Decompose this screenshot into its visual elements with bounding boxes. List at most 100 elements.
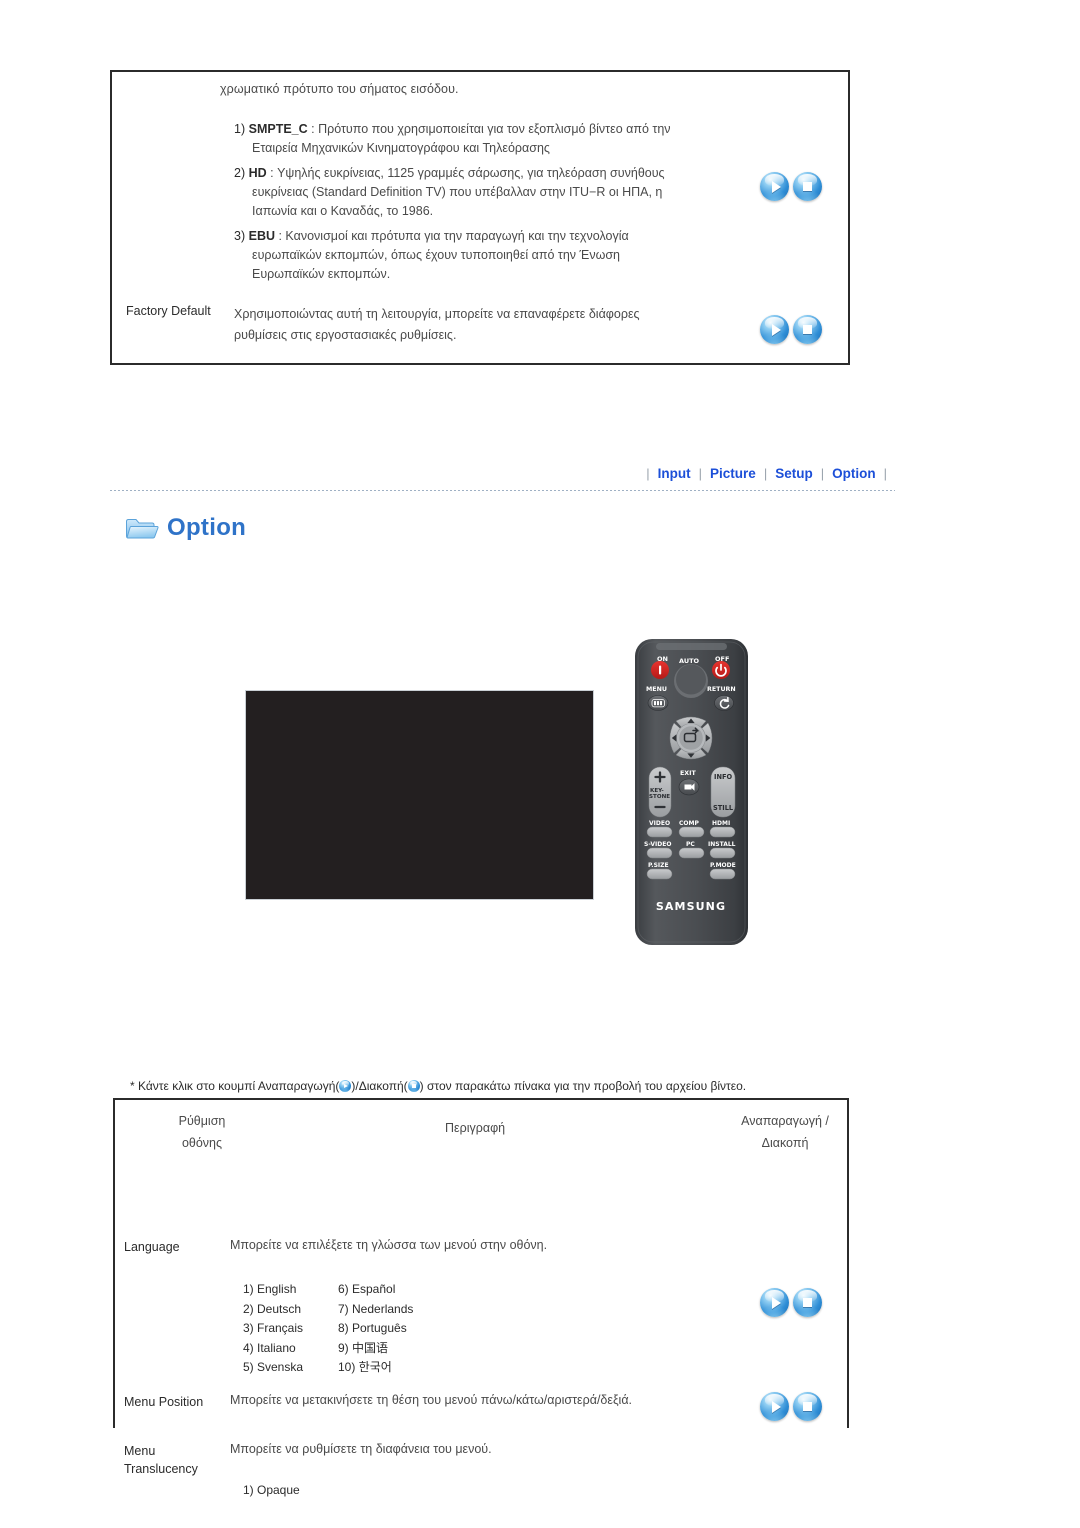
- svg-text:P.SIZE: P.SIZE: [648, 862, 669, 869]
- play-button[interactable]: [760, 1392, 789, 1421]
- folder-icon: [125, 515, 159, 542]
- language-option: 5) Svenska: [243, 1360, 304, 1374]
- row-label-line2: Translucency: [124, 1462, 198, 1476]
- header-play-line2: Διακοπή: [761, 1136, 809, 1150]
- note-prefix: * Κάντε κλικ στο κουμπί Αναπαραγωγή(: [130, 1079, 340, 1093]
- list-item: 2) HD : Υψηλής ευκρίνειας, 1125 γραμμές …: [234, 164, 754, 221]
- row-label-menu-translucency: Menu Translucency: [124, 1442, 198, 1478]
- tab-picture[interactable]: Picture: [710, 466, 756, 481]
- item-line2: ευκρίνειας (Standard Definition TV) που …: [252, 185, 663, 199]
- play-stop-button-group-factory-default: [760, 315, 822, 344]
- svg-text:STONE: STONE: [649, 794, 670, 800]
- play-icon-inline: [339, 1080, 352, 1092]
- column-header-description: Περιγραφή: [445, 1121, 506, 1135]
- stop-icon-inline: [407, 1080, 420, 1092]
- option-section-header: Option: [125, 514, 246, 542]
- play-stop-button-group-hd: [760, 172, 822, 201]
- option-settings-table: Ρύθμιση οθόνης Περιγραφή Αναπαραγωγή / Δ…: [113, 1098, 849, 1497]
- note-middle: )/Διακοπή(: [351, 1079, 408, 1093]
- nav-tabs: | Input | Picture | Setup | Option |: [638, 466, 895, 481]
- header-play-line1: Αναπαραγωγή /: [741, 1114, 829, 1128]
- play-button[interactable]: [760, 172, 789, 201]
- item-keyword: EBU: [248, 229, 276, 243]
- language-option: 4) Italiano: [243, 1340, 296, 1355]
- play-instruction-note: * Κάντε κλικ στο κουμπί Αναπαραγωγή( )/Δι…: [130, 1079, 746, 1093]
- list-item: 3) EBU : Κανονισμοί και πρότυπα για την …: [234, 227, 754, 284]
- tab-setup[interactable]: Setup: [775, 466, 813, 481]
- row-description-language: Μπορείτε να επιλέξετε τη γλώσσα των μενο…: [230, 1238, 548, 1252]
- stop-button[interactable]: [793, 315, 822, 344]
- column-header-setting: Ρύθμιση οθόνης: [147, 1110, 257, 1154]
- row-description-menu-position: Μπορείτε να μετακινήσετε τη θέση του μεν…: [230, 1393, 633, 1407]
- item-line1: : Υψηλής ευκρίνειας, 1125 γραμμές σάρωση…: [266, 166, 665, 180]
- stop-button[interactable]: [793, 172, 822, 201]
- item-line3: Ιαπωνία και ο Καναδάς, το 1986.: [252, 204, 434, 218]
- language-option: 1) English: [243, 1282, 297, 1296]
- remote-control-image: ON OFF AUTO MENU RETURN KEY- STONE EXIT …: [629, 637, 754, 947]
- item-line3: Ευρωπαϊκών εκπομπών.: [252, 267, 391, 281]
- language-option: 9) 中国语: [338, 1340, 389, 1355]
- factory-default-line2: ρυθμίσεις στις εργοστασιακές ρυθμίσεις.: [234, 328, 457, 342]
- play-icon: [760, 172, 789, 201]
- stop-button[interactable]: [793, 1288, 822, 1317]
- note-suffix: ) στον παρακάτω πίνακα για την προβολή τ…: [419, 1079, 747, 1093]
- stop-icon: [793, 1392, 822, 1421]
- row-label-menu-position: Menu Position: [124, 1395, 204, 1409]
- svg-text:INFO: INFO: [714, 773, 732, 781]
- item-line1: : Πρότυπο που χρησιμοποιείται για τον εξ…: [307, 122, 671, 136]
- table-header-row: Ρύθμιση οθόνης Περιγραφή Αναπαραγωγή / Δ…: [115, 1100, 847, 1170]
- nav-separator: |: [698, 466, 703, 481]
- play-stop-button-group-menu-position: [760, 1392, 822, 1421]
- svg-text:PC: PC: [686, 841, 695, 848]
- column-header-play-stop: Αναπαραγωγή / Διακοπή: [725, 1110, 845, 1154]
- page-title: Option: [167, 514, 247, 541]
- svg-text:SAMSUNG: SAMSUNG: [656, 900, 726, 913]
- svg-text:VIDEO: VIDEO: [649, 820, 670, 827]
- tab-input[interactable]: Input: [658, 466, 691, 481]
- item-index: 1): [234, 122, 246, 136]
- row-label-language: Language: [124, 1240, 180, 1254]
- item-line2: ευρωπαϊκών εκπομπών, όπως έχουν τυποποιη…: [252, 248, 621, 262]
- play-stop-button-group-language: [760, 1288, 822, 1317]
- svg-text:MENU: MENU: [646, 686, 667, 693]
- stop-icon: [793, 172, 822, 201]
- svg-text:AUTO: AUTO: [679, 657, 700, 665]
- item-keyword: HD: [248, 166, 267, 180]
- language-options-grid: 1) English 6) Español 2) Deutsch 7) Nede…: [243, 1280, 413, 1377]
- list-item: 1) SMPTE_C : Πρότυπο που χρησιμοποιείται…: [234, 120, 754, 158]
- item-index: 3): [234, 229, 246, 243]
- factory-default-description: Χρησιμοποιώντας αυτή τη λειτουργία, μπορ…: [234, 304, 814, 346]
- language-option: 3) Français: [243, 1321, 304, 1335]
- item-index: 2): [234, 166, 246, 180]
- item-line2: Εταιρεία Μηχανικών Κινηματογράφου και Τη…: [252, 141, 550, 155]
- factory-default-line1: Χρησιμοποιώντας αυτή τη λειτουργία, μπορ…: [234, 307, 640, 321]
- stop-button[interactable]: [793, 1392, 822, 1421]
- language-option: 6) Español: [338, 1282, 396, 1296]
- play-button[interactable]: [760, 1288, 789, 1317]
- signal-standard-info-box: χρωματικό πρότυπο του σήματος εισόδου. 1…: [110, 70, 850, 365]
- svg-text:P.MODE: P.MODE: [710, 862, 736, 869]
- section-nav: | Input | Picture | Setup | Option |: [110, 466, 895, 496]
- nav-separator: |: [646, 466, 650, 481]
- horizontal-divider: [110, 490, 895, 491]
- svg-text:RETURN: RETURN: [707, 686, 736, 693]
- header-setting-line2: οθόνης: [181, 1136, 223, 1150]
- header-setting-line1: Ρύθμιση: [178, 1114, 226, 1128]
- intro-text: χρωματικό πρότυπο του σήματος εισόδου.: [220, 82, 459, 96]
- standards-list: 1) SMPTE_C : Πρότυπο που χρησιμοποιείται…: [234, 120, 754, 290]
- stop-icon: [793, 1288, 822, 1317]
- svg-text:COMP: COMP: [679, 820, 699, 827]
- nav-separator: |: [763, 466, 768, 481]
- language-option: 10) 한국어: [338, 1360, 392, 1374]
- item-keyword: SMPTE_C: [248, 122, 308, 136]
- svg-text:INSTALL: INSTALL: [708, 841, 736, 848]
- language-option: 8) Português: [338, 1321, 407, 1335]
- factory-default-label: Factory Default: [126, 304, 211, 318]
- play-icon: [760, 1288, 789, 1317]
- svg-text:S-VIDEO: S-VIDEO: [644, 841, 671, 848]
- play-button[interactable]: [760, 315, 789, 344]
- nav-separator: |: [820, 466, 825, 481]
- tab-option[interactable]: Option: [832, 466, 876, 481]
- row-description-menu-translucency: Μπορείτε να ρυθμίσετε τη διαφάνεια του μ…: [230, 1442, 492, 1456]
- video-player[interactable]: [245, 690, 594, 900]
